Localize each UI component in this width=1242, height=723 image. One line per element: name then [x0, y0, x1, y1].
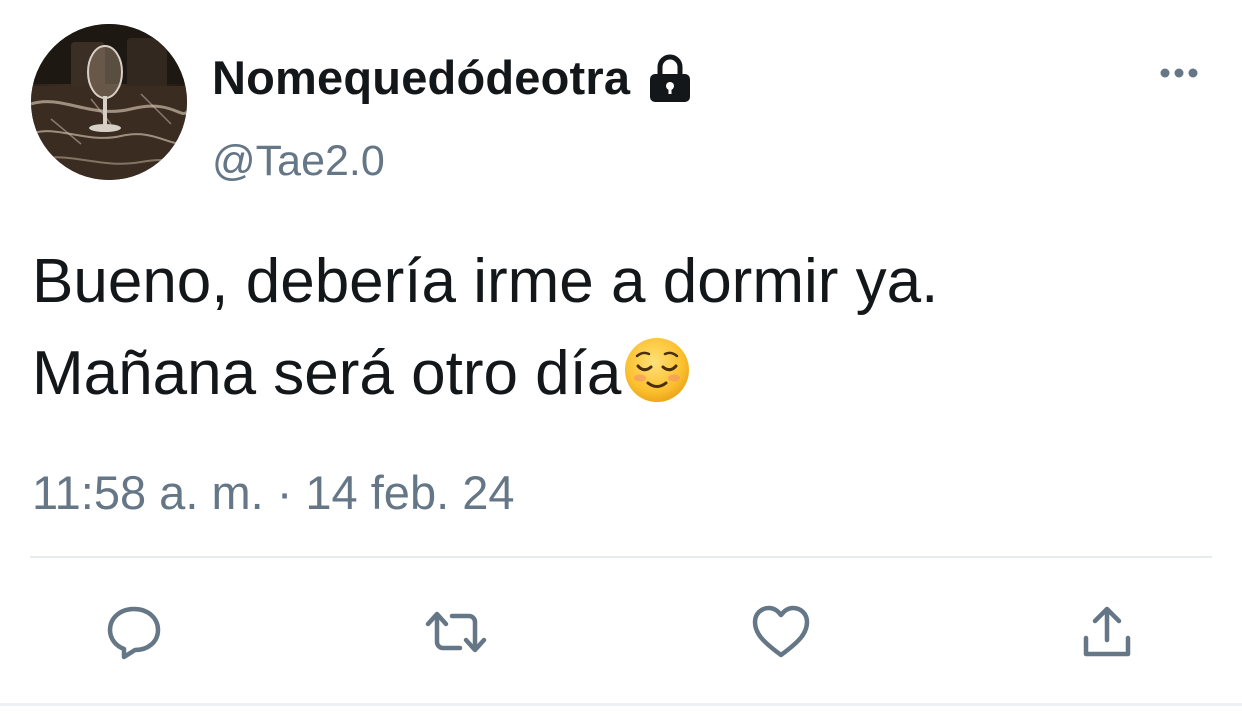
divider: [30, 556, 1212, 558]
relieved-face-emoji-icon: [623, 336, 691, 404]
bottom-divider: [0, 703, 1242, 706]
tweet-text-line-2-wrap: Mañana será otro día: [32, 328, 1212, 420]
tweet-text-line-2: Mañana será otro día: [32, 339, 622, 408]
more-icon[interactable]: [1156, 58, 1202, 88]
share-icon: [1079, 602, 1135, 662]
avatar[interactable]: [31, 24, 187, 180]
user-handle[interactable]: @Tae2.0: [212, 133, 385, 189]
tweet-timestamp[interactable]: 11:58 a. m. · 14 feb. 24: [32, 463, 514, 523]
user-name-row: Nomequedódeotra: [212, 48, 698, 108]
avatar-image: [31, 24, 187, 180]
reply-button[interactable]: [102, 600, 166, 664]
share-button[interactable]: [1075, 600, 1139, 664]
display-name[interactable]: Nomequedódeotra: [212, 48, 630, 108]
tweet-text: Bueno, debería irme a dormir ya. Mañana …: [32, 236, 1212, 420]
lock-icon: [642, 50, 698, 106]
retweet-button[interactable]: [424, 600, 488, 664]
heart-icon: [750, 603, 812, 661]
retweet-icon: [422, 602, 490, 662]
like-button[interactable]: [749, 600, 813, 664]
reply-icon: [104, 602, 164, 662]
tweet-text-line-1: Bueno, debería irme a dormir ya.: [32, 247, 939, 316]
tweet-card: Nomequedódeotra @Tae2.0 Bueno, debería i…: [0, 0, 1242, 723]
